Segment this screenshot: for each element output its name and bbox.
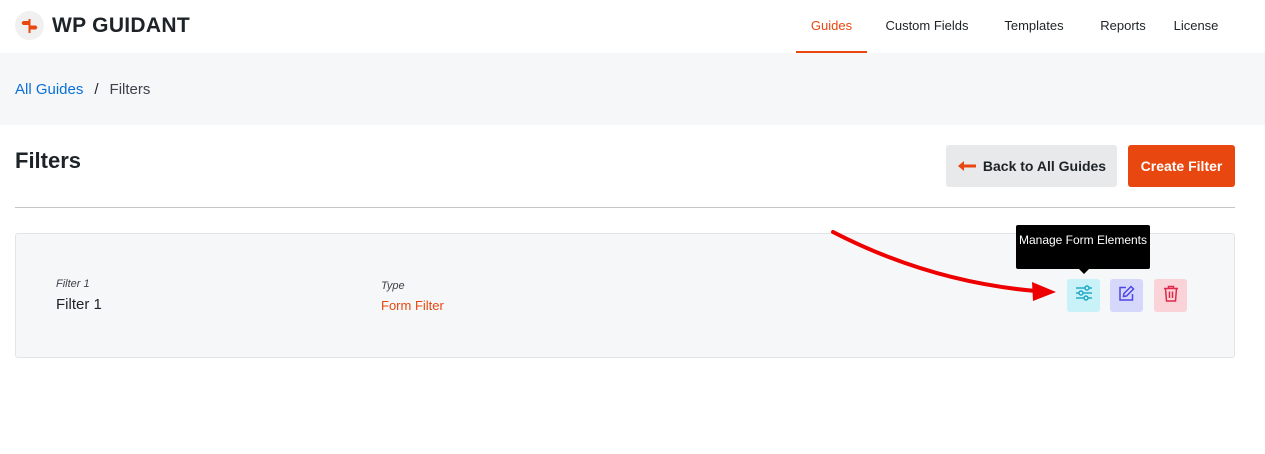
divider [15,207,1235,208]
filter-type-label: Type [381,280,405,292]
filter-name: Filter 1 [56,296,102,313]
back-button-label: Back to All Guides [982,158,1107,174]
nav-reports[interactable]: Reports [1088,0,1158,53]
brand-name: WP GUIDANT [52,13,190,37]
trash-icon [1163,285,1179,307]
breadcrumb-separator: / [94,81,99,98]
delete-button[interactable] [1154,279,1187,312]
manage-form-elements-button[interactable] [1067,279,1100,312]
tooltip-pointer [1078,268,1090,274]
nav-license[interactable]: License [1167,0,1225,53]
nav-custom-fields[interactable]: Custom Fields [876,0,978,53]
signpost-icon [15,11,44,40]
arrow-left-icon [957,160,977,172]
nav-guides[interactable]: Guides [796,0,867,53]
page-title: Filters [15,148,82,173]
edit-icon [1118,284,1135,307]
manage-form-elements-tooltip: Manage Form Elements [1016,225,1150,269]
create-filter-button[interactable]: Create Filter [1128,145,1235,187]
breadcrumb-current: Filters [109,81,151,98]
nav-templates[interactable]: Templates [994,0,1074,53]
back-to-all-guides-button[interactable]: Back to All Guides [946,145,1117,187]
sliders-icon [1075,285,1093,306]
filter-name-label: Filter 1 [56,278,90,290]
top-bar: WP GUIDANT Guides Custom Fields Template… [0,0,1265,53]
breadcrumb: All Guides / Filters [15,81,150,98]
breadcrumb-band: All Guides / Filters [0,53,1265,125]
brand[interactable]: WP GUIDANT [15,11,190,40]
breadcrumb-all-guides-link[interactable]: All Guides [15,81,83,98]
edit-button[interactable] [1110,279,1143,312]
filter-type: Form Filter [381,298,444,313]
